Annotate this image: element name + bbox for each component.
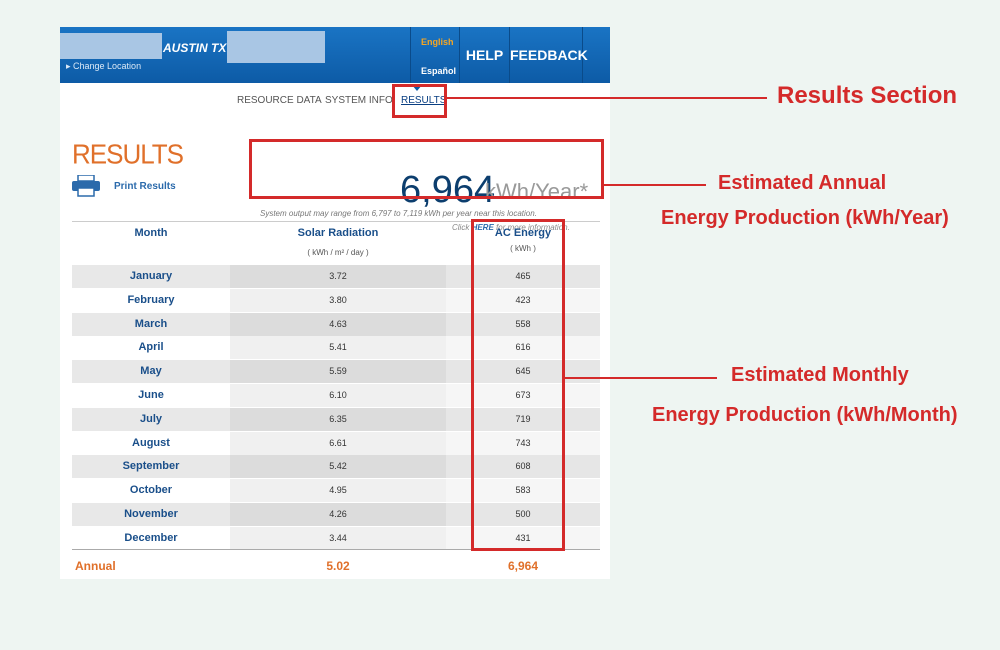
solar-radiation-cell: 4.95 [230,479,446,503]
ac-energy-column-highlight [471,219,565,551]
col-radiation-header: Solar Radiation [297,227,379,239]
annotation-monthly-line2: Energy Production (kWh/Month) [652,404,958,426]
printer-icon [72,175,100,197]
solar-radiation-cell: 4.26 [230,503,446,526]
month-cell: May [72,360,230,384]
results-tab-highlight [392,84,447,118]
tab-system-info[interactable]: SYSTEM INFO [325,95,393,106]
tab-resource-data[interactable]: RESOURCE DATA [237,95,322,106]
solar-radiation-cell: 5.42 [230,455,446,479]
month-cell: August [72,431,230,455]
callout-line [447,97,767,99]
month-cell: September [72,455,230,479]
annual-radiation: 5.02 [326,559,350,573]
month-cell: January [72,265,230,288]
header-bar: AUSTIN TX ▸ Change Location English Espa… [60,27,610,83]
col-radiation-unit: ( kWh / m² / day ) [307,248,369,257]
change-location-link[interactable]: ▸ Change Location [66,61,141,72]
solar-radiation-cell: 4.63 [230,312,446,336]
annotation-monthly-line1: Estimated Monthly [731,364,909,386]
month-cell: June [72,384,230,407]
help-button[interactable]: HELP [460,27,510,83]
solar-radiation-cell: 3.44 [230,526,446,550]
annotation-results-section: Results Section [777,82,958,109]
redacted-block [60,33,162,59]
lang-espanol[interactable]: Español [421,66,456,76]
solar-radiation-cell: 6.10 [230,384,446,407]
callout-line [604,184,706,186]
output-range-note: System output may range from 6,797 to 7,… [260,209,537,218]
month-cell: November [72,503,230,526]
redacted-block [227,31,325,63]
language-switcher: English Español [410,27,460,83]
results-heading: RESULTS [72,138,184,170]
callout-line [565,377,717,379]
annotation-annual-line1: Estimated Annual [718,172,887,194]
annual-label: Annual [75,559,116,573]
month-cell: October [72,479,230,503]
feedback-button[interactable]: FEEDBACK [510,27,588,83]
month-cell: April [72,336,230,360]
solar-radiation-cell: 6.61 [230,431,446,455]
annual-total-highlight [249,139,604,199]
location-label: AUSTIN TX [163,41,227,55]
annotation-annual-line2: Energy Production (kWh/Year) [661,207,949,229]
solar-radiation-cell: 3.72 [230,265,446,288]
col-month-header: Month [134,227,168,239]
solar-radiation-cell: 3.80 [230,288,446,312]
solar-radiation-cell: 5.41 [230,336,446,360]
lang-english[interactable]: English [421,37,454,47]
print-results-label: Print Results [114,181,176,192]
month-cell: December [72,526,230,550]
month-cell: March [72,312,230,336]
solar-radiation-cell: 5.59 [230,360,446,384]
month-cell: February [72,288,230,312]
solar-radiation-cell: 6.35 [230,407,446,431]
month-cell: July [72,407,230,431]
annual-ac-energy: 6,964 [507,559,539,573]
